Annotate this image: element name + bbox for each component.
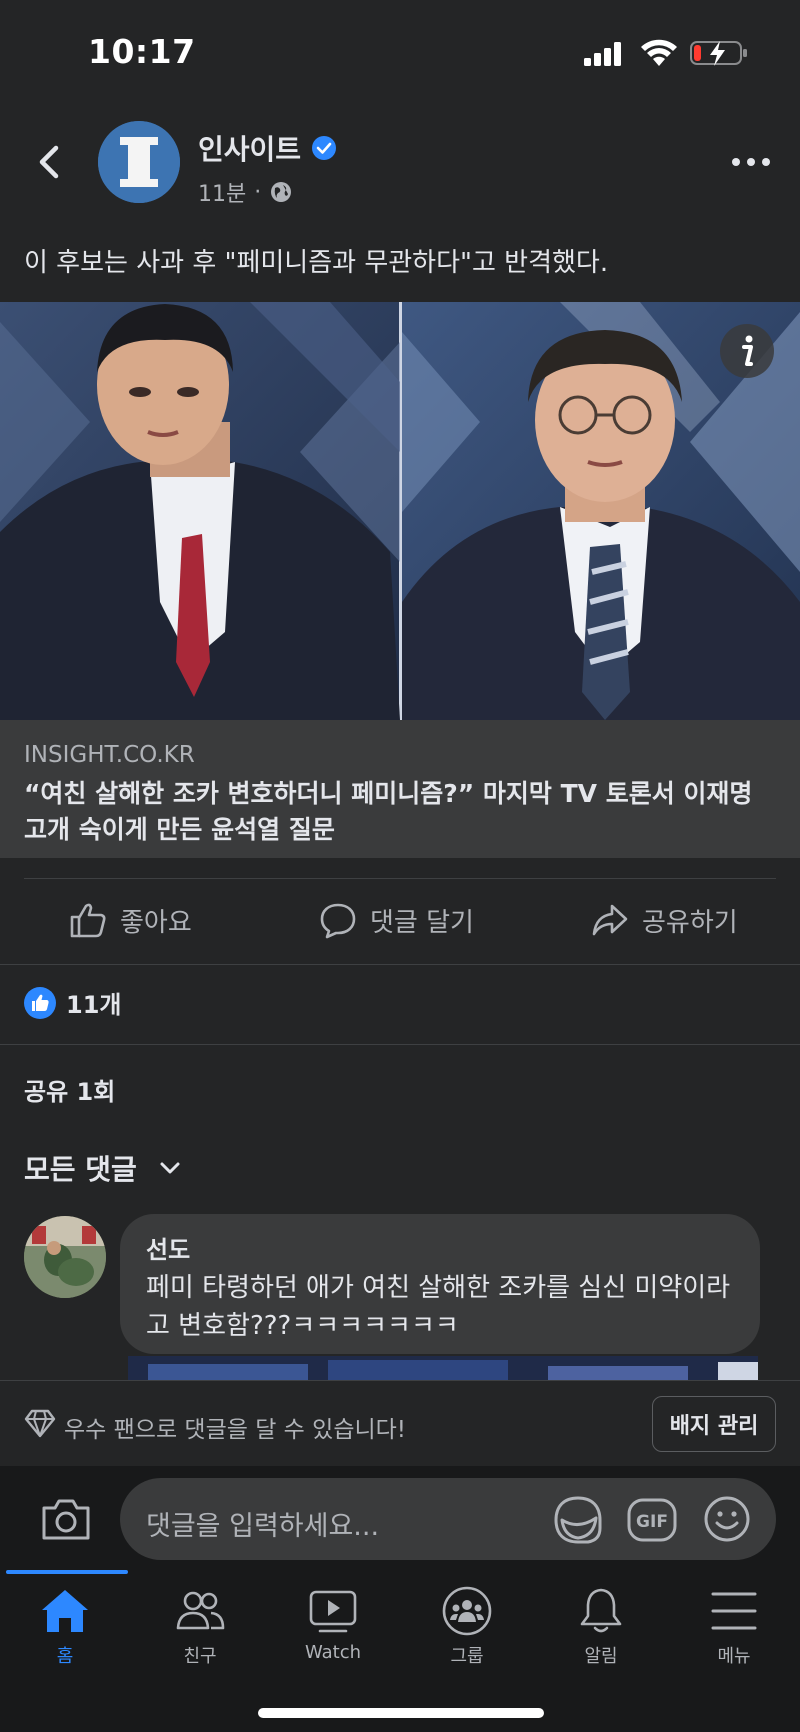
bell-icon [580,1588,622,1633]
camera-icon[interactable] [40,1496,92,1542]
avatar[interactable] [24,1216,106,1298]
like-reaction-icon [24,986,56,1019]
home-icon [42,1590,88,1632]
share-count[interactable]: 공유 1회 [24,1072,115,1107]
status-time: 10:17 [88,32,196,71]
emoji-icon[interactable] [702,1494,752,1544]
tab-menu[interactable]: 메뉴 [679,1584,789,1667]
comment-filter-dropdown[interactable]: 모든 댓글 [24,1148,183,1188]
tab-label: 메뉴 [717,1646,751,1667]
post-time[interactable]: 11분 [198,176,246,208]
globe-icon [271,182,292,202]
watch-icon [309,1590,357,1633]
comment-filter-label: 모든 댓글 [24,1153,137,1186]
like-count: 11개 [66,991,122,1019]
signal-icon [584,42,621,66]
more-options-icon[interactable] [730,152,772,172]
tab-friends[interactable]: 친구 [145,1584,255,1667]
menu-icon [711,1592,757,1630]
divider [0,1044,800,1045]
comment-bubble-icon [320,903,356,939]
diamond-icon [24,1409,56,1438]
page-name[interactable]: 인사이트 [198,128,301,168]
comment-label: 댓글 달기 [370,907,474,938]
like-label: 좋아요 [120,907,192,938]
tab-label: 친구 [183,1646,217,1667]
tab-home[interactable]: 홈 [10,1584,120,1667]
tab-label: 홈 [56,1646,74,1667]
tab-label: 알림 [584,1646,618,1667]
manage-badge-button[interactable]: 배지 관리 [652,1396,776,1452]
post-image[interactable] [0,302,800,720]
divider [0,964,800,965]
wifi-icon [641,39,677,66]
comment-author[interactable]: 선도 [146,1230,734,1265]
friends-icon [176,1591,225,1630]
sticker-icon[interactable] [552,1494,604,1546]
tab-label: Watch [304,1642,362,1663]
post-meta: 11분 · [198,176,293,208]
commenter-photo [24,1216,106,1298]
status-bar: 10:17 [0,0,800,100]
tab-watch[interactable]: Watch [278,1584,388,1664]
fan-badge-text: 우수 팬으로 댓글을 달 수 있습니다! [64,1417,407,1443]
share-label: 공유하기 [642,907,738,938]
verified-icon [312,136,337,160]
post-text: 이 후보는 사과 후 "페미니즘과 무관하다"고 반격했다. [24,248,609,278]
comment-body: 페미 타령하던 애가 여친 살해한 조카를 심신 미약이라고 변호함???ㅋㅋㅋ… [146,1273,731,1341]
groups-icon [442,1586,492,1636]
page-avatar[interactable] [98,121,180,203]
tab-label: 그룹 [450,1646,484,1667]
page-name-row: 인사이트 [198,128,337,168]
link-title[interactable]: “여친 살해한 조카 변호하더니 페미니즘?” 마지막 TV 토론서 이재명 고… [24,776,784,848]
info-icon[interactable] [720,324,774,378]
debate-photo [0,302,800,720]
share-arrow-icon [592,904,628,936]
chevron-down-icon [160,1162,180,1174]
meta-separator: · [254,179,262,205]
insight-logo-icon [98,121,180,203]
like-button[interactable]: 좋아요 [68,898,192,942]
battery-icon [690,41,747,66]
tab-notifications[interactable]: 알림 [546,1584,656,1667]
reactions-summary[interactable]: 11개 [24,985,121,1020]
svg-text:GIF: GIF [636,1512,668,1532]
link-domain: INSIGHT.CO.KR [24,742,195,768]
home-indicator [258,1708,544,1718]
tab-groups[interactable]: 그룹 [412,1584,522,1667]
active-tab-indicator [6,1570,128,1574]
comment-attached-image[interactable] [128,1356,758,1380]
comment-bubble[interactable]: 선도 페미 타령하던 애가 여친 살해한 조카를 심신 미약이라고 변호함???… [120,1214,760,1354]
comment-input-placeholder[interactable]: 댓글을 입력하세요... [146,1504,379,1543]
thumbs-up-icon [70,903,106,938]
share-button[interactable]: 공유하기 [590,898,738,942]
divider [24,878,776,879]
back-button[interactable] [30,138,70,186]
gif-icon[interactable]: GIF [626,1496,678,1544]
comment-button[interactable]: 댓글 달기 [318,898,474,942]
